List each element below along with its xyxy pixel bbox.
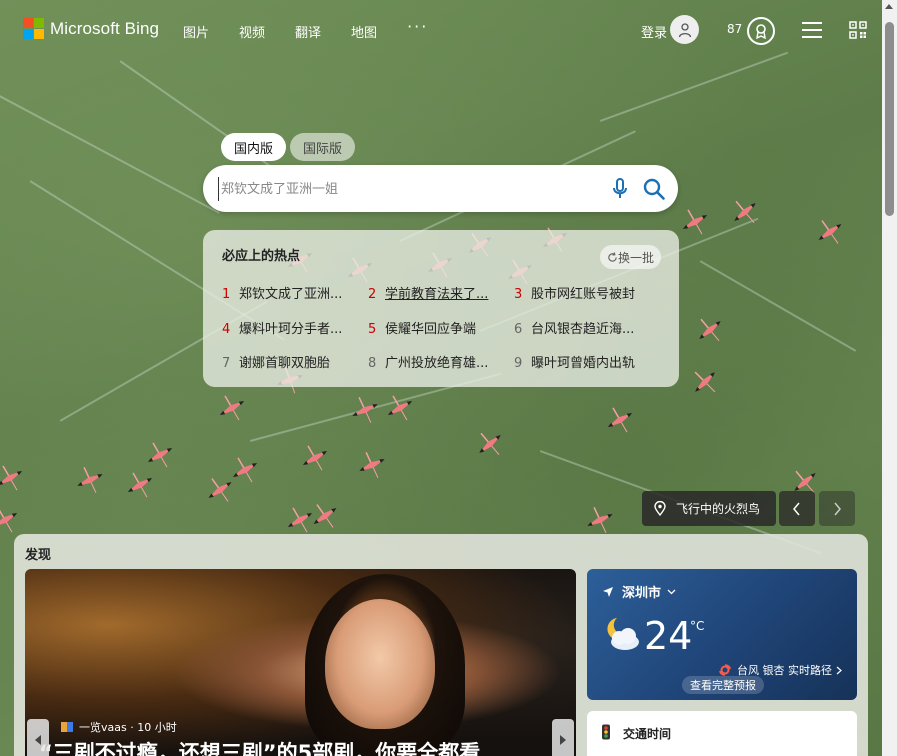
login-link[interactable]: 登录 [641, 22, 667, 41]
traffic-card[interactable]: 交通时间 [587, 711, 857, 756]
news-next-button[interactable] [552, 719, 574, 756]
news-image-face [325, 599, 435, 729]
flamingo [479, 432, 501, 456]
hot-item[interactable]: 2 学前教育法来了... [368, 283, 496, 302]
nav-translate[interactable]: 翻译 [295, 22, 321, 41]
hot-item[interactable]: 4 爆料叶珂分手者... [222, 318, 350, 337]
caret-left-icon [35, 735, 41, 745]
caret-right-icon [560, 735, 566, 745]
hot-item[interactable]: 8 广州投放绝育雄... [368, 352, 496, 371]
location-pin-icon [654, 501, 666, 516]
flamingo [127, 472, 153, 498]
flamingo [352, 396, 378, 423]
hot-item[interactable]: 5 侯耀华回应争端 [368, 318, 496, 337]
news-prev-button[interactable] [27, 719, 49, 756]
flamingo [219, 395, 245, 421]
hot-item[interactable]: 7 谢娜首聊双胞胎 [222, 352, 350, 371]
tab-international[interactable]: 国际版 [290, 133, 356, 161]
full-forecast-button[interactable]: 查看完整预报 [682, 676, 764, 694]
flamingo [818, 220, 842, 244]
navigation-arrow-icon [603, 586, 613, 597]
flamingo [313, 504, 337, 528]
flamingo [77, 466, 103, 493]
refresh-button[interactable]: 换一批 [599, 245, 661, 269]
flamingo [0, 465, 23, 491]
microsoft-logo-icon [23, 18, 44, 39]
hot-item[interactable]: 3 股市网红账号被封 [514, 283, 642, 302]
refresh-label: 换一批 [617, 250, 654, 265]
flamingo [734, 200, 756, 224]
weather-unit: °C [690, 619, 705, 633]
discover-title: 发现 [25, 548, 52, 563]
trophy-icon [756, 24, 766, 39]
rewards-points[interactable]: 87 [727, 22, 742, 36]
partly-cloudy-moon-icon [607, 618, 639, 650]
nav-maps[interactable]: 地图 [351, 22, 377, 41]
chevron-right-icon [836, 666, 842, 674]
chevron-left-icon [793, 502, 800, 515]
traffic-light-icon [602, 724, 610, 740]
source-logo-icon [61, 722, 73, 732]
market-tabs: 国内版 国际版 [221, 133, 359, 161]
hot-item[interactable]: 1 郑钦文成了亚洲... [222, 283, 350, 302]
weather-location[interactable]: 深圳市 [602, 582, 676, 601]
flamingo [147, 442, 173, 468]
refresh-icon [608, 251, 617, 262]
flamingo [682, 209, 708, 235]
flamingo [699, 318, 721, 342]
weather-card[interactable]: 深圳市 24 °C 台风 银杏 实时路径 查看完整预报 [587, 569, 857, 700]
flamingo [302, 445, 328, 471]
tab-domestic[interactable]: 国内版 [221, 133, 287, 161]
image-title: 飞行中的火烈鸟 [676, 502, 761, 516]
scroll-up-arrow-icon[interactable] [885, 4, 893, 9]
logo-text: Microsoft Bing [50, 18, 160, 38]
hot-item[interactable]: 6 台风银杏趋近海... [514, 318, 642, 337]
image-info-button[interactable]: 飞行中的火烈鸟 [642, 491, 776, 526]
chevron-down-icon [667, 589, 676, 594]
flamingo [232, 457, 258, 483]
flamingo [359, 451, 385, 478]
microphone-icon[interactable] [611, 177, 629, 201]
nav-videos[interactable]: 视频 [239, 22, 265, 41]
search-input[interactable] [218, 177, 598, 201]
flamingo [387, 395, 413, 421]
weather-city: 深圳市 [622, 586, 662, 601]
bing-logo[interactable]: Microsoft Bing [23, 18, 159, 39]
flamingo [607, 407, 633, 433]
page-scrollbar[interactable] [882, 0, 897, 756]
hot-item[interactable]: 9 曝叶珂曾婚内出轨 [514, 352, 642, 371]
weather-temperature: 24 [644, 614, 693, 658]
search-icon[interactable] [642, 177, 666, 201]
traffic-title: 交通时间 [623, 727, 672, 741]
typhoon-icon [719, 664, 731, 676]
header: Microsoft Bing 图片 视频 翻译 地图 ··· 登录 87 [0, 0, 882, 60]
rewards-button[interactable] [747, 17, 775, 45]
news-headline[interactable]: “三剧不过瘾，还想三剧”的5部剧，你要全都看 [39, 737, 480, 756]
previous-image-button[interactable] [779, 491, 815, 526]
scroll-thumb[interactable] [885, 22, 894, 216]
user-icon [678, 22, 691, 37]
nav-more[interactable]: ··· [407, 17, 428, 41]
nav-images[interactable]: 图片 [183, 22, 209, 41]
avatar[interactable] [670, 15, 699, 44]
hot-topics-title: 必应上的热点 [222, 249, 301, 264]
search-box [203, 165, 678, 212]
discover-panel: 发现 一览vaas · 10 小时 “三剧不过瘾，还想三剧”的5部剧，你要全都看… [14, 534, 868, 756]
flamingo [694, 371, 716, 393]
news-meta: 一览vaas · 10 小时 [61, 719, 177, 735]
chevron-right-icon [834, 502, 841, 515]
hot-topics-panel: 必应上的热点 换一批 1 郑钦文成了亚洲... 2 学前教育法来了... 3 股市网红… [203, 230, 679, 387]
news-source: 一览vaas · 10 小时 [79, 721, 177, 734]
hamburger-menu-icon[interactable] [802, 22, 822, 38]
news-card[interactable]: 一览vaas · 10 小时 “三剧不过瘾，还想三剧”的5部剧，你要全都看 [25, 569, 576, 756]
qr-code-icon[interactable] [849, 21, 867, 39]
top-nav: 图片 视频 翻译 地图 ··· [183, 17, 458, 41]
next-image-button[interactable] [819, 491, 855, 526]
